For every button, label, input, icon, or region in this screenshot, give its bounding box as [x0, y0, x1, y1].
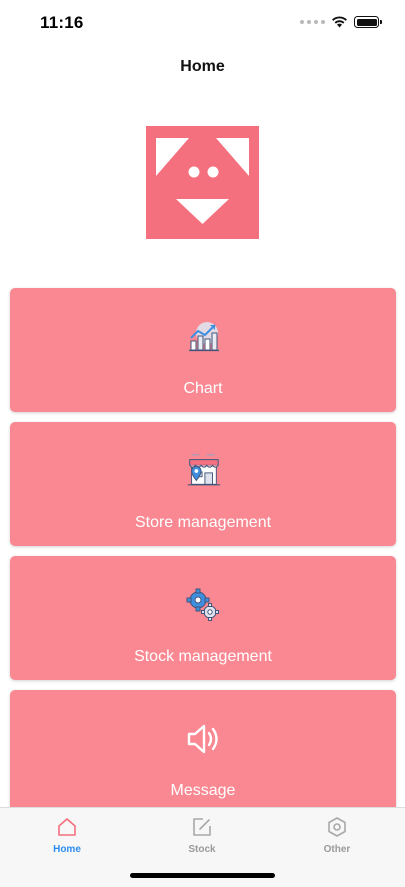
stock-management-card-label: Stock management: [134, 648, 272, 665]
chart-card-label: Chart: [183, 380, 223, 397]
battery-icon: [354, 16, 382, 28]
chart-card[interactable]: Chart: [10, 288, 396, 412]
edit-icon: [193, 818, 211, 836]
cellular-signal-icon: [300, 20, 325, 24]
store-icon: [184, 452, 222, 490]
tab-home[interactable]: Home: [27, 816, 107, 855]
stock-management-card[interactable]: Stock management: [10, 556, 396, 680]
tab-other-label: Other: [323, 844, 351, 855]
home-indicator: [130, 873, 275, 878]
status-bar: 11:16: [0, 0, 405, 48]
store-management-card-label: Store management: [134, 514, 272, 531]
store-management-card[interactable]: Store management: [10, 422, 396, 546]
wifi-icon: [332, 16, 347, 28]
message-card[interactable]: Message: [10, 690, 396, 814]
speaker-icon: [184, 720, 222, 758]
mascot-face-logo: [146, 126, 259, 239]
status-icons: [300, 16, 382, 28]
status-time: 11:16: [40, 13, 84, 32]
home-menu: Chart Store management Stock management …: [10, 288, 396, 824]
chart-icon: [184, 318, 222, 356]
page-title: Home: [180, 58, 225, 75]
gears-icon: [184, 586, 222, 624]
home-icon: [58, 818, 76, 836]
tab-stock-label: Stock: [188, 844, 216, 855]
tab-other[interactable]: Other: [297, 816, 377, 855]
message-card-label: Message: [170, 782, 236, 799]
tab-stock[interactable]: Stock: [162, 816, 242, 855]
settings-icon: [328, 817, 346, 837]
tab-home-label: Home: [53, 844, 81, 855]
